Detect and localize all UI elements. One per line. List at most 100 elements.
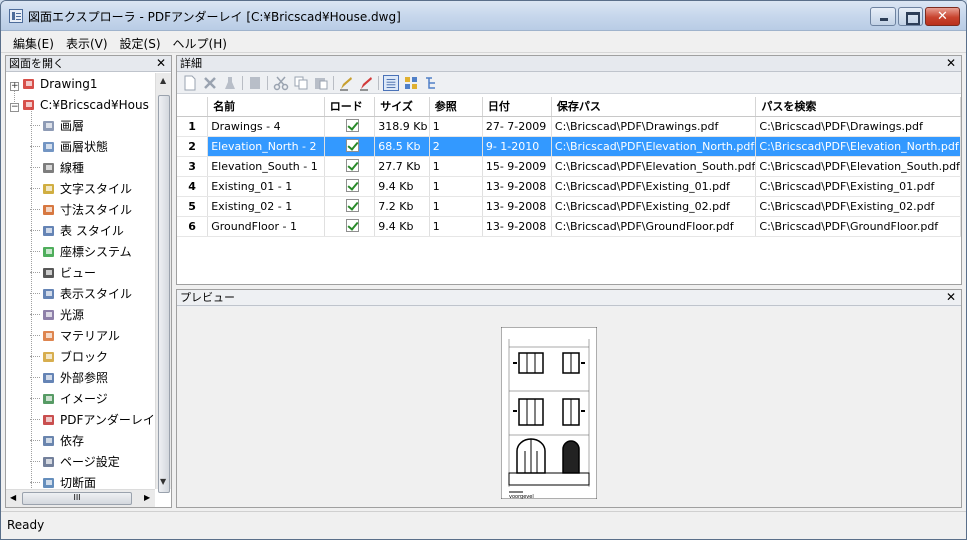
tree-item[interactable]: PDFアンダーレイ <box>30 410 155 431</box>
cut-icon[interactable] <box>273 75 289 91</box>
menu-view[interactable]: 表示(V) <box>54 32 108 52</box>
tree-item[interactable]: イメージ <box>30 389 108 410</box>
table-row[interactable]: 4 Existing_01 - 1 9.4 Kb 1 13- 9-2008 C:\Bric… <box>177 176 961 197</box>
tree-expander-icon[interactable]: + <box>10 82 19 91</box>
cell-found-path: C:\Bricscad\PDF\Elevation_South.pdf <box>755 156 961 177</box>
column-header-loaded[interactable]: ロード <box>324 97 376 117</box>
column-header-refs[interactable]: 参照 <box>429 97 483 117</box>
tree-item[interactable]: ブロック <box>30 347 108 368</box>
rename-icon[interactable] <box>358 75 374 91</box>
details-panel: 詳細 ✕ 名前 ロード サイズ 参照 日付 保存パス パスを検索 1 Drawi… <box>176 55 962 285</box>
loaded-checkbox[interactable] <box>345 139 359 152</box>
loaded-checkbox[interactable] <box>345 119 359 132</box>
details-header: 詳細 ✕ <box>177 56 961 72</box>
tree-item-label: 画層状態 <box>60 140 109 154</box>
tree-item[interactable]: 表示スタイル <box>30 284 132 305</box>
details-close-icon[interactable]: ✕ <box>946 56 956 71</box>
tree-item-label: 文字スタイル <box>60 182 133 196</box>
column-header-name[interactable]: 名前 <box>207 97 325 117</box>
tree-connector <box>30 293 40 294</box>
tree-item[interactable]: 寸法スタイル <box>30 200 132 221</box>
tree-connector <box>30 440 40 441</box>
table-row[interactable]: 3 Elevation_South - 1 27.7 Kb 1 15- 9-2009 C:… <box>177 156 961 177</box>
loaded-checkbox[interactable] <box>345 159 359 172</box>
table-row[interactable]: 2 Elevation_North - 2 68.5 Kb 2 9- 1-2010 C:\… <box>177 136 961 157</box>
tree-connector <box>30 146 40 147</box>
menu-settings[interactable]: 設定(S) <box>108 32 161 52</box>
menu-help[interactable]: ヘルプ(H) <box>161 32 227 52</box>
tree-item[interactable]: + Drawing1 <box>10 74 98 95</box>
tree-item[interactable]: 画層状態 <box>30 137 108 158</box>
minimize-button[interactable] <box>870 7 896 26</box>
tree-view-icon[interactable] <box>423 75 439 91</box>
open-drawings-panel: 図面を開く ✕ + Drawing1 − C:¥Bricscad¥Hous 画層 画層状態… <box>5 55 172 508</box>
tree-item-label: ビュー <box>60 266 97 280</box>
table-row[interactable]: 1 Drawings - 4 318.9 Kb 1 27- 7-2009 C:\Brics… <box>177 116 961 137</box>
tree-vertical-scrollbar[interactable]: ▲ ▼ <box>155 73 171 493</box>
preview-header: プレビュー ✕ <box>177 290 961 306</box>
details-view-icon[interactable] <box>383 75 399 91</box>
scroll-up-icon[interactable]: ▲ <box>160 76 166 85</box>
close-button[interactable]: ✕ <box>925 7 960 26</box>
tree-item[interactable]: 線種 <box>30 158 84 179</box>
tree-connector <box>30 356 40 357</box>
tree-connector <box>30 230 40 231</box>
scroll-right-icon[interactable]: ▶ <box>144 493 150 502</box>
hscroll-thumb[interactable]: III <box>22 492 132 505</box>
tree-item[interactable]: 外部参照 <box>30 368 108 389</box>
tree-item[interactable]: 画層 <box>30 116 84 137</box>
tree-item-label: 座標システム <box>60 245 132 259</box>
tree-item[interactable]: ビュー <box>30 263 96 284</box>
column-header-found-path[interactable]: パスを検索 <box>755 97 961 117</box>
scroll-thumb[interactable] <box>158 95 170 493</box>
new-icon[interactable] <box>182 75 198 91</box>
tree-item-label: 表 スタイル <box>60 224 124 238</box>
cell-saved-path: C:\Bricscad\PDF\Elevation_North.pdf <box>551 136 757 157</box>
cell-found-path: C:\Bricscad\PDF\Elevation_North.pdf <box>755 136 961 157</box>
tree-connector <box>30 335 40 336</box>
tree-item[interactable]: 光源 <box>30 305 84 326</box>
column-header-size[interactable]: サイズ <box>374 97 430 117</box>
cell-loaded <box>324 216 376 237</box>
tree-item[interactable]: − C:¥Bricscad¥Hous <box>10 95 149 116</box>
cell-refs: 1 <box>429 156 483 177</box>
cell-date: 13- 9-2008 <box>482 196 552 217</box>
view-icon <box>41 266 57 280</box>
cell-loaded <box>324 136 376 157</box>
loaded-checkbox[interactable] <box>345 179 359 192</box>
large-icons-view-icon[interactable] <box>403 75 419 91</box>
tree-item[interactable]: 文字スタイル <box>30 179 132 200</box>
tree-item[interactable]: ページ設定 <box>30 452 120 473</box>
tree-connector <box>30 251 40 252</box>
tree-item[interactable]: 依存 <box>30 431 84 452</box>
loaded-checkbox[interactable] <box>345 219 359 232</box>
tree-expander-icon[interactable]: − <box>10 103 19 112</box>
preview-close-icon[interactable]: ✕ <box>946 290 956 305</box>
delete-icon[interactable] <box>202 75 218 91</box>
cell-refs: 1 <box>429 196 483 217</box>
tree-item[interactable]: 表 スタイル <box>30 221 124 242</box>
tree-item[interactable]: マテリアル <box>30 326 120 347</box>
edit-icon[interactable] <box>338 75 354 91</box>
table-row[interactable]: 6 GroundFloor - 1 9.4 Kb 1 13- 9-2008 C:\Bric… <box>177 216 961 237</box>
panel-close-icon[interactable]: ✕ <box>156 56 166 71</box>
paste-icon[interactable] <box>313 75 329 91</box>
scroll-left-icon[interactable]: ◀ <box>10 493 16 502</box>
tree-horizontal-scrollbar[interactable]: ◀ III ▶ <box>6 489 155 507</box>
properties-icon[interactable] <box>247 75 263 91</box>
scroll-down-icon[interactable]: ▼ <box>160 477 166 486</box>
cell-found-path: C:\Bricscad\PDF\Existing_02.pdf <box>755 196 961 217</box>
purge-icon[interactable] <box>222 75 238 91</box>
cell-name: Existing_02 - 1 <box>207 196 325 217</box>
tree-connector <box>30 419 40 420</box>
loaded-checkbox[interactable] <box>345 199 359 212</box>
copy-icon[interactable] <box>293 75 309 91</box>
column-header-date[interactable]: 日付 <box>482 97 552 117</box>
tree-item-label: イメージ <box>60 392 108 406</box>
tree-item[interactable]: 座標システム <box>30 242 132 263</box>
table-row[interactable]: 5 Existing_02 - 1 7.2 Kb 1 13- 9-2008 C:\Bric… <box>177 196 961 217</box>
maximize-button[interactable] <box>898 7 923 26</box>
menu-edit[interactable]: 編集(E) <box>1 32 54 52</box>
tree-connector <box>30 125 40 126</box>
column-header-saved-path[interactable]: 保存パス <box>551 97 757 117</box>
